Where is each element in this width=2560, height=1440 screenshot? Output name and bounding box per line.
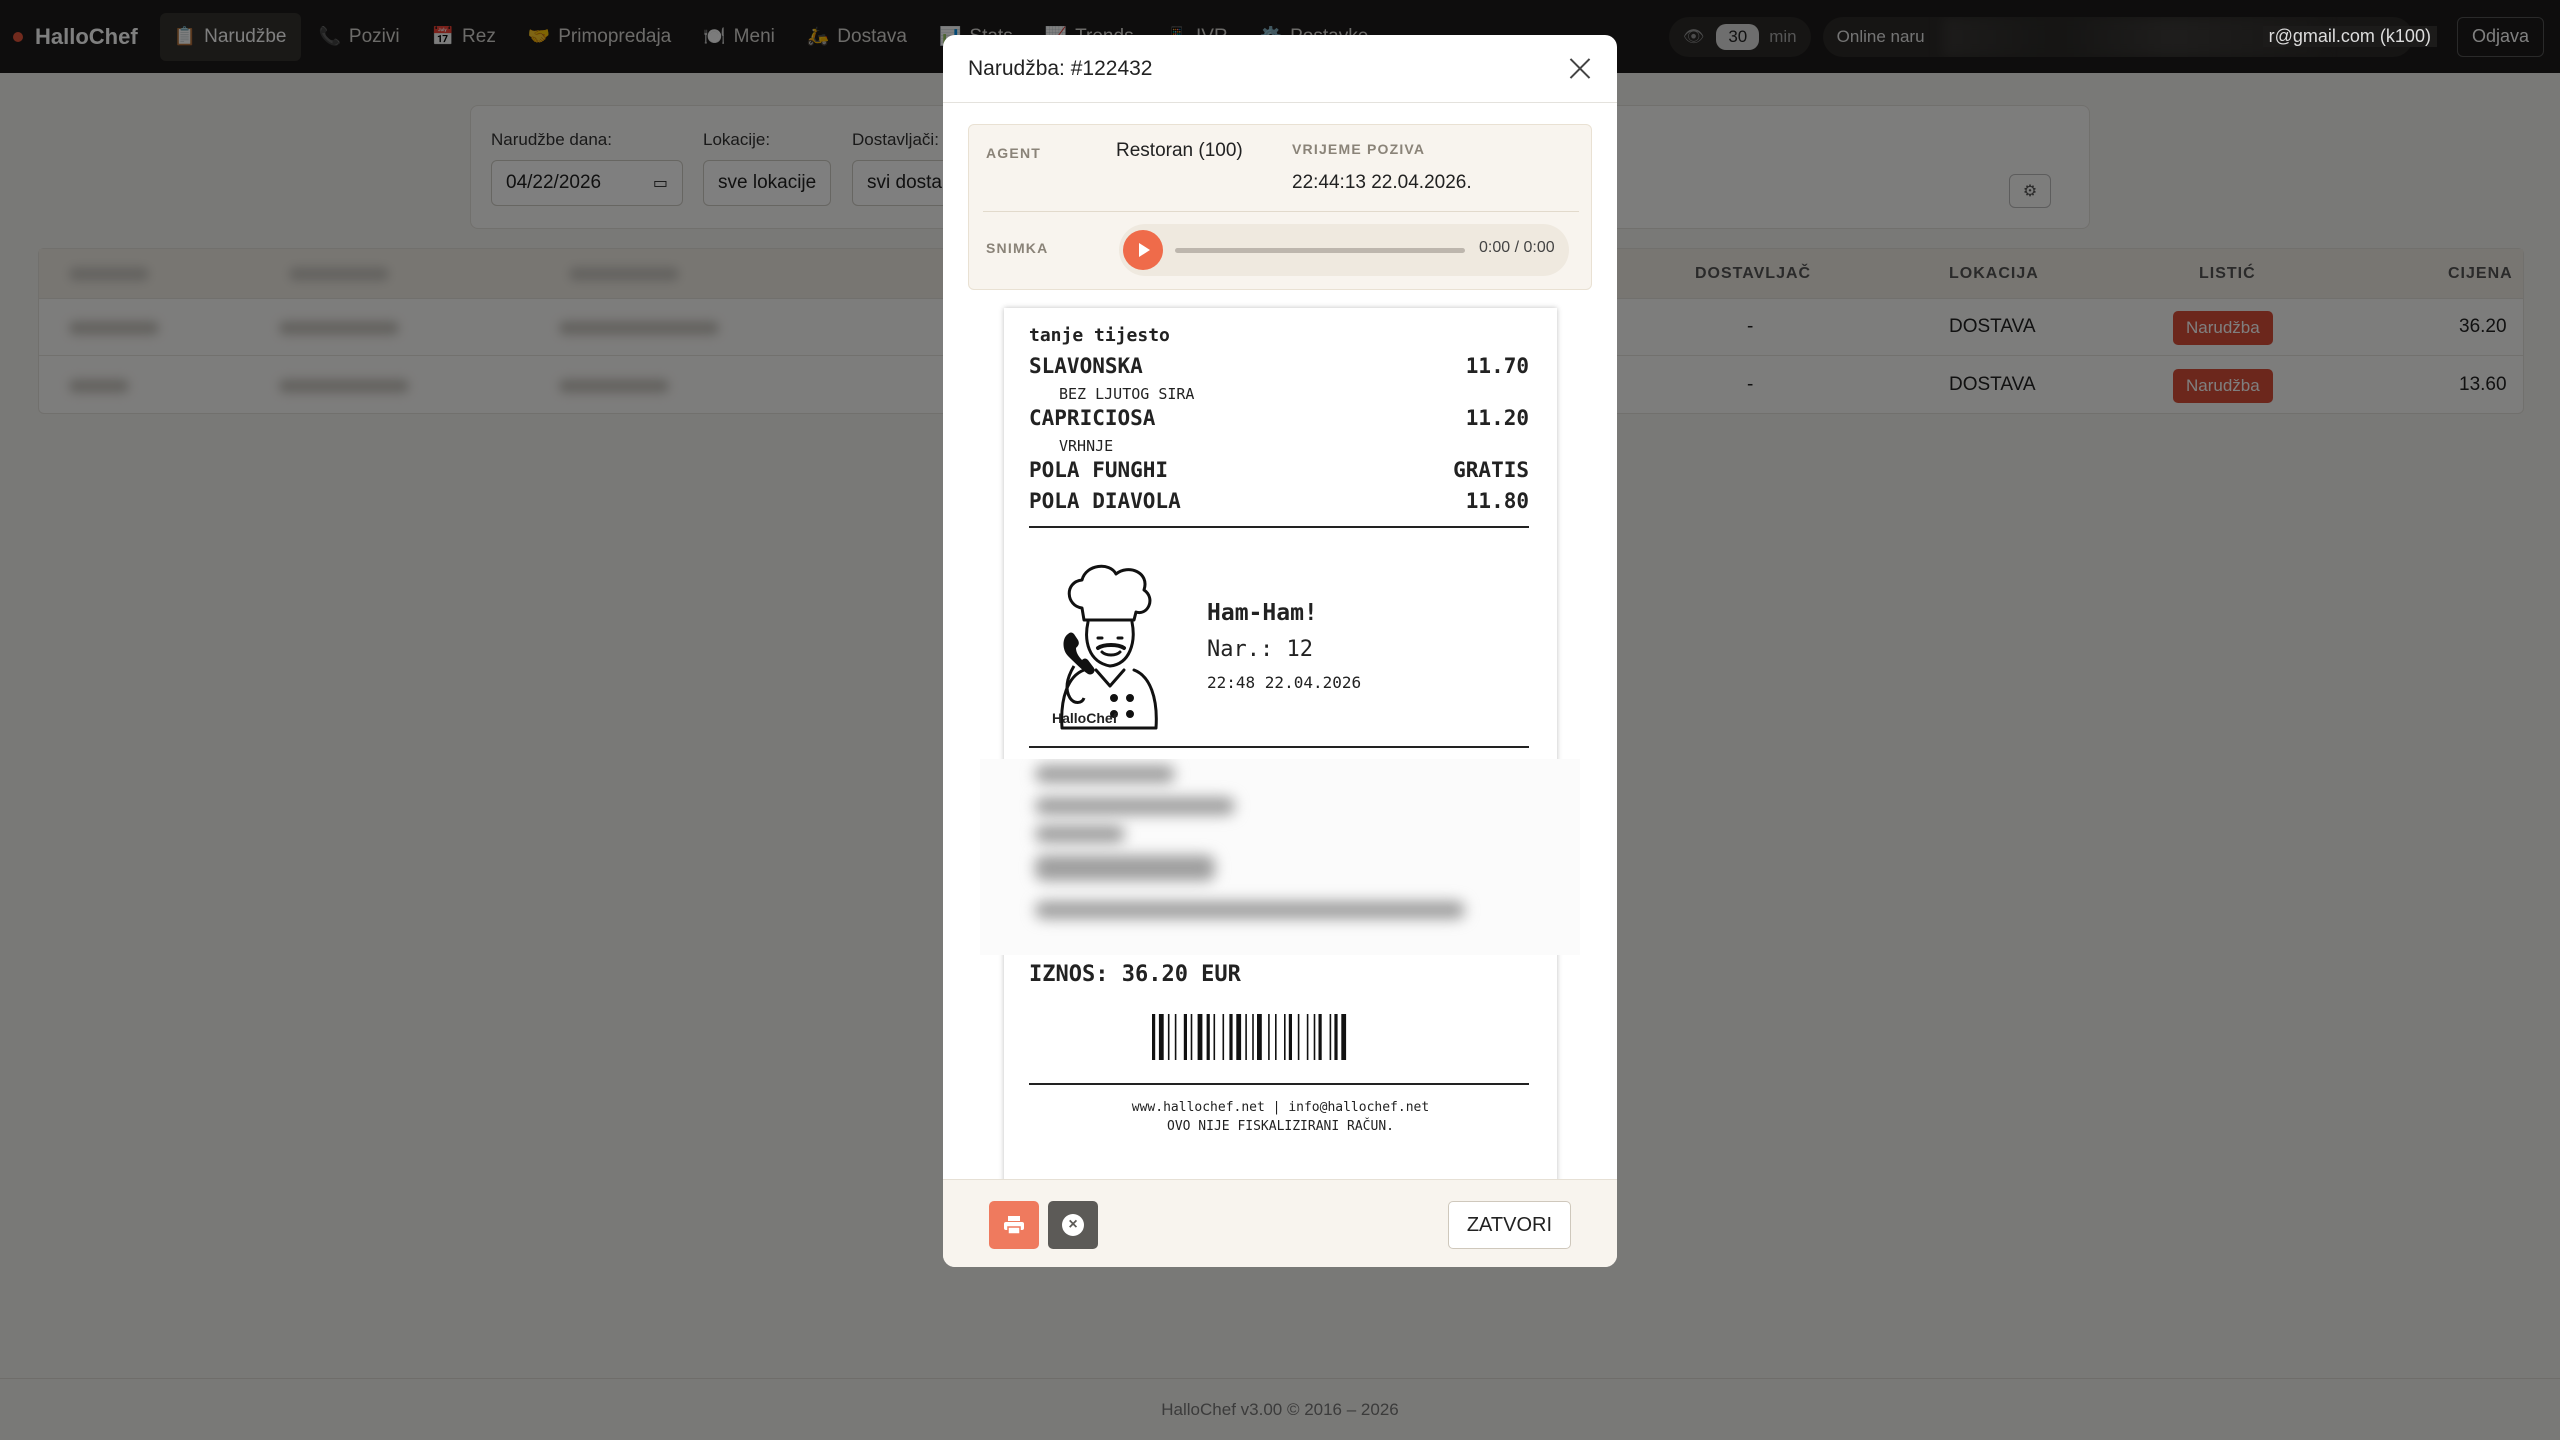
audio-time: 0:00 / 0:00: [1479, 239, 1555, 256]
order-datetime: 22:48 22.04.2026: [1207, 673, 1362, 692]
receipt-contact: www.hallochef.net | info@hallochef.net: [1131, 1100, 1430, 1115]
close-icon[interactable]: [1565, 53, 1595, 83]
modal-header: Narudžba: #122432: [943, 35, 1617, 103]
redacted-customer-info: [980, 759, 1580, 955]
modal-title: Narudžba: #122432: [968, 57, 1153, 80]
modal-footer: × ZATVORI: [943, 1179, 1617, 1267]
item-price: 11.70: [1465, 354, 1529, 378]
agent-value: Restoran (100): [1116, 140, 1243, 161]
chef-logo-icon: [1060, 564, 1158, 730]
item-modifier: BEZ LJUTOG SIRA: [1059, 385, 1195, 403]
receipt: tanje tijesto SLAVONSKA 11.70 BEZ LJUTOG…: [980, 308, 1580, 1193]
agent-label: AGENT: [986, 145, 1041, 161]
x-circle-icon: ×: [1062, 1214, 1084, 1236]
item-price: 11.80: [1465, 489, 1529, 513]
redacted-line: [1035, 825, 1125, 843]
receipt-disclaimer: OVO NIJE FISKALIZIRANI RAČUN.: [1167, 1119, 1394, 1134]
receipt-divider: [1029, 746, 1529, 748]
play-icon[interactable]: [1123, 230, 1163, 270]
redacted-line: [1035, 901, 1465, 919]
call-time-label: VRIJEME POZIVA: [1292, 141, 1426, 157]
item-name: CAPRICIOSA: [1029, 406, 1156, 430]
receipt-divider: [1029, 526, 1529, 528]
user-email: r@gmail.com (k100): [2262, 26, 2437, 47]
call-time-value: 22:44:13 22.04.2026.: [1292, 172, 1472, 193]
print-button[interactable]: [989, 1201, 1039, 1249]
audio-player: 0:00 / 0:00: [1119, 224, 1569, 276]
close-button[interactable]: ZATVORI: [1447, 1201, 1571, 1249]
audio-progress-slider[interactable]: [1175, 248, 1465, 253]
receipt-total: IZNOS: 36.20 EUR: [1029, 962, 1241, 987]
receipt-footer: www.hallochef.net | info@hallochef.net O…: [1004, 1098, 1557, 1136]
redacted-line: [1035, 855, 1215, 881]
recording-label: SNIMKA: [986, 240, 1049, 256]
order-number: Nar.: 12: [1207, 637, 1313, 662]
receipt-divider: [1029, 1083, 1529, 1085]
item-name: SLAVONSKA: [1029, 354, 1143, 378]
redacted-line: [1035, 797, 1235, 815]
redacted-line: [1035, 765, 1175, 783]
item-name: POLA FUNGHI: [1029, 458, 1169, 482]
receipt-note: tanje tijesto: [1029, 325, 1170, 346]
item-name: POLA DIAVOLA: [1029, 489, 1181, 513]
call-info-box: AGENT Restoran (100) VRIJEME POZIVA 22:4…: [968, 124, 1592, 290]
item-modifier: VRHNJE: [1059, 437, 1114, 455]
barcode-icon: [1152, 1014, 1347, 1060]
order-modal: Narudžba: #122432 AGENT Restoran (100) V…: [943, 35, 1617, 1267]
printer-icon: [1004, 1216, 1024, 1235]
item-price: GRATIS: [1453, 458, 1529, 482]
item-price: 11.20: [1465, 406, 1529, 430]
divider: [983, 211, 1579, 212]
restaurant-name: Ham-Ham!: [1207, 600, 1318, 626]
logo-caption: HalloChef: [1052, 710, 1118, 726]
cancel-order-button[interactable]: ×: [1048, 1201, 1098, 1249]
